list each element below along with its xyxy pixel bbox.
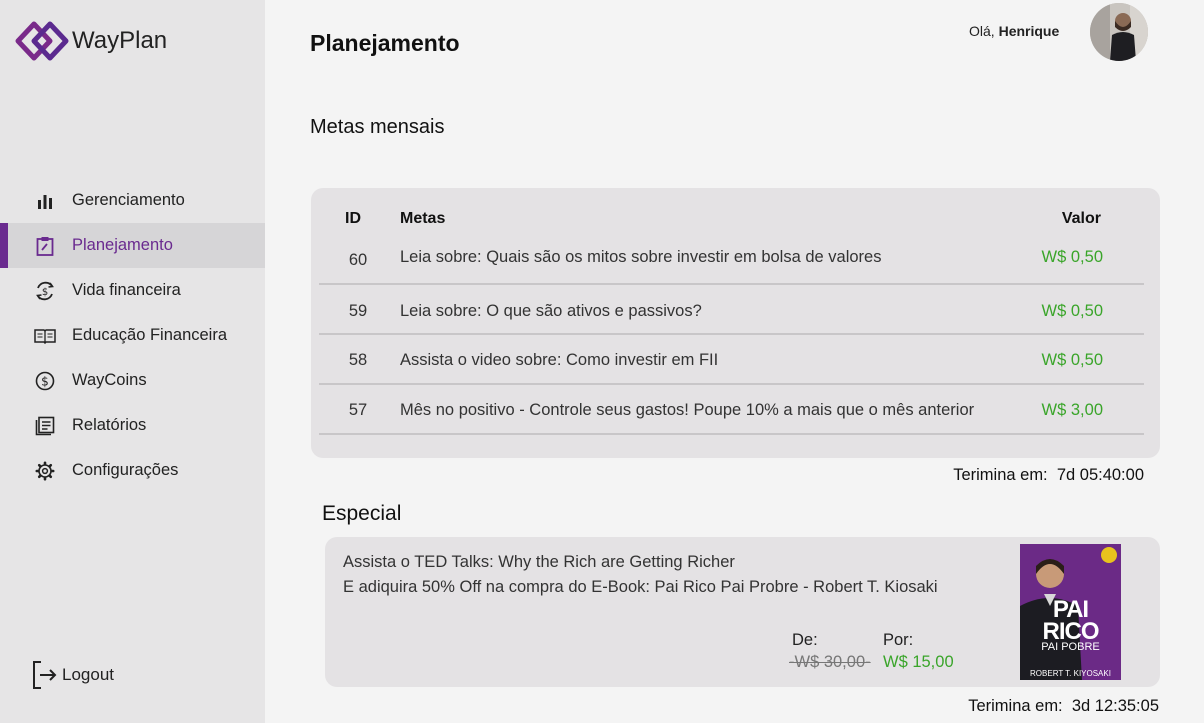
user-name: Henrique [998, 23, 1060, 39]
goal-id: 58 [348, 351, 368, 369]
sidebar-item-label: Planejamento [72, 236, 173, 254]
sidebar-item-vida-financeira[interactable]: $ Vida financeira [0, 268, 265, 313]
monthly-goals-title: Metas mensais [310, 116, 445, 138]
goal-id: 57 [348, 401, 368, 419]
book-author: ROBERT T. KIYOSAKI [1030, 669, 1111, 678]
to-price: W$ 15,00 [883, 653, 954, 671]
avatar[interactable] [1090, 3, 1148, 61]
special-title: Especial [322, 502, 402, 525]
sidebar-item-educacao-financeira[interactable]: Educação Financeira [0, 313, 265, 358]
goal-value: W$ 0,50 [1041, 248, 1103, 266]
book-subtitle: PAI POBRE [1041, 641, 1100, 653]
brand-name: WayPlan [72, 27, 168, 54]
sidebar-item-label: WayCoins [72, 371, 147, 389]
logout-button[interactable]: Logout [32, 660, 114, 690]
goal-text: Mês no positivo - Controle seus gastos! … [400, 401, 975, 419]
sidebar-item-label: Vida financeira [72, 281, 181, 299]
goal-text: Leia sobre: Quais são os mitos sobre inv… [400, 248, 882, 266]
book-title-line-2: RICO [1042, 618, 1100, 645]
countdown-value: 7d 05:40:00 [1056, 466, 1144, 484]
to-label: Por: [883, 631, 914, 649]
logo[interactable]: WayPlan [14, 20, 167, 62]
sidebar-item-gerenciamento[interactable]: Gerenciamento [0, 178, 265, 223]
svg-text:$: $ [42, 287, 48, 298]
sidebar-item-label: Configurações [72, 461, 179, 479]
column-header-goal: Metas [400, 210, 446, 227]
goal-value: W$ 0,50 [1041, 351, 1103, 369]
sidebar-item-relatorios[interactable]: Relatórios [0, 403, 265, 448]
countdown-label: Terimina em: [968, 697, 1063, 715]
logout-label: Logout [62, 665, 114, 684]
wayplan-logo-icon [15, 21, 69, 61]
greeting-text: Olá, [969, 23, 995, 39]
gear-icon [34, 460, 56, 482]
goal-value: W$ 3,00 [1041, 401, 1103, 419]
user-greeting: Olá, Henrique [969, 23, 1059, 39]
report-icon [34, 415, 56, 437]
page-title: Planejamento [310, 30, 460, 56]
sidebar-item-configuracoes[interactable]: Configurações [0, 448, 265, 493]
from-label: De: [792, 631, 818, 649]
table-row[interactable]: 58 Assista o video sobre: Como investir … [319, 335, 1144, 385]
table-row[interactable]: 57 Mês no positivo - Controle seus gasto… [319, 385, 1144, 435]
column-header-id: ID [345, 210, 361, 227]
goal-text: Assista o video sobre: Como investir em … [400, 351, 719, 369]
refresh-dollar-icon: $ [34, 280, 56, 302]
row-divider [319, 433, 1144, 435]
special-offer-card[interactable]: Assista o TED Talks: Why the Rich are Ge… [325, 537, 1160, 687]
countdown-label: Terimina em: [953, 466, 1048, 484]
monthly-countdown: Terimina em: 7d 05:40:00 [953, 466, 1144, 485]
sidebar-item-waycoins[interactable]: $ WayCoins [0, 358, 265, 403]
special-line-1: Assista o TED Talks: Why the Rich are Ge… [343, 553, 735, 571]
sidebar-item-label: Gerenciamento [72, 191, 185, 209]
ebook-cover[interactable]: PAI RICO PAI POBRE ROBERT T. KIYOSAKI [1020, 544, 1121, 680]
coin-icon: $ [34, 370, 56, 392]
book-seal-icon [1101, 547, 1117, 563]
sidebar-nav: Gerenciamento Planejamento $ Vida financ… [0, 178, 265, 493]
table-row[interactable]: 59 Leia sobre: O que são ativos e passiv… [319, 285, 1144, 335]
sidebar: WayPlan Gerenciamento Planejamento $ Vid… [0, 0, 265, 723]
goal-text: Leia sobre: O que são ativos e passivos? [400, 302, 702, 320]
bar-chart-icon [34, 190, 56, 212]
table-row[interactable]: 60 Leia sobre: Quais são os mitos sobre … [319, 234, 1144, 285]
goal-id: 59 [348, 302, 368, 320]
monthly-goals-table: ID Metas Valor 60 Leia sobre: Quais são … [311, 188, 1160, 458]
countdown-value: 3d 12:35:05 [1071, 697, 1159, 715]
book-title: PAI RICO [1020, 598, 1121, 645]
logout-icon [33, 661, 57, 689]
special-line-2: E adiquira 50% Off na compra do E-Book: … [343, 578, 938, 596]
user-photo [1090, 3, 1148, 61]
sidebar-item-label: Educação Financeira [72, 326, 228, 344]
clipboard-icon [34, 235, 56, 257]
from-price: -W$ 30,00- [789, 653, 871, 671]
sidebar-item-planejamento[interactable]: Planejamento [0, 223, 265, 268]
sidebar-item-label: Relatórios [72, 416, 147, 434]
goal-value: W$ 0,50 [1041, 302, 1103, 320]
column-header-value: Valor [1061, 210, 1101, 227]
special-countdown: Terimina em: 3d 12:35:05 [968, 697, 1159, 716]
book-icon [34, 325, 56, 347]
svg-text:$: $ [41, 374, 49, 388]
goal-id: 60 [348, 251, 368, 269]
